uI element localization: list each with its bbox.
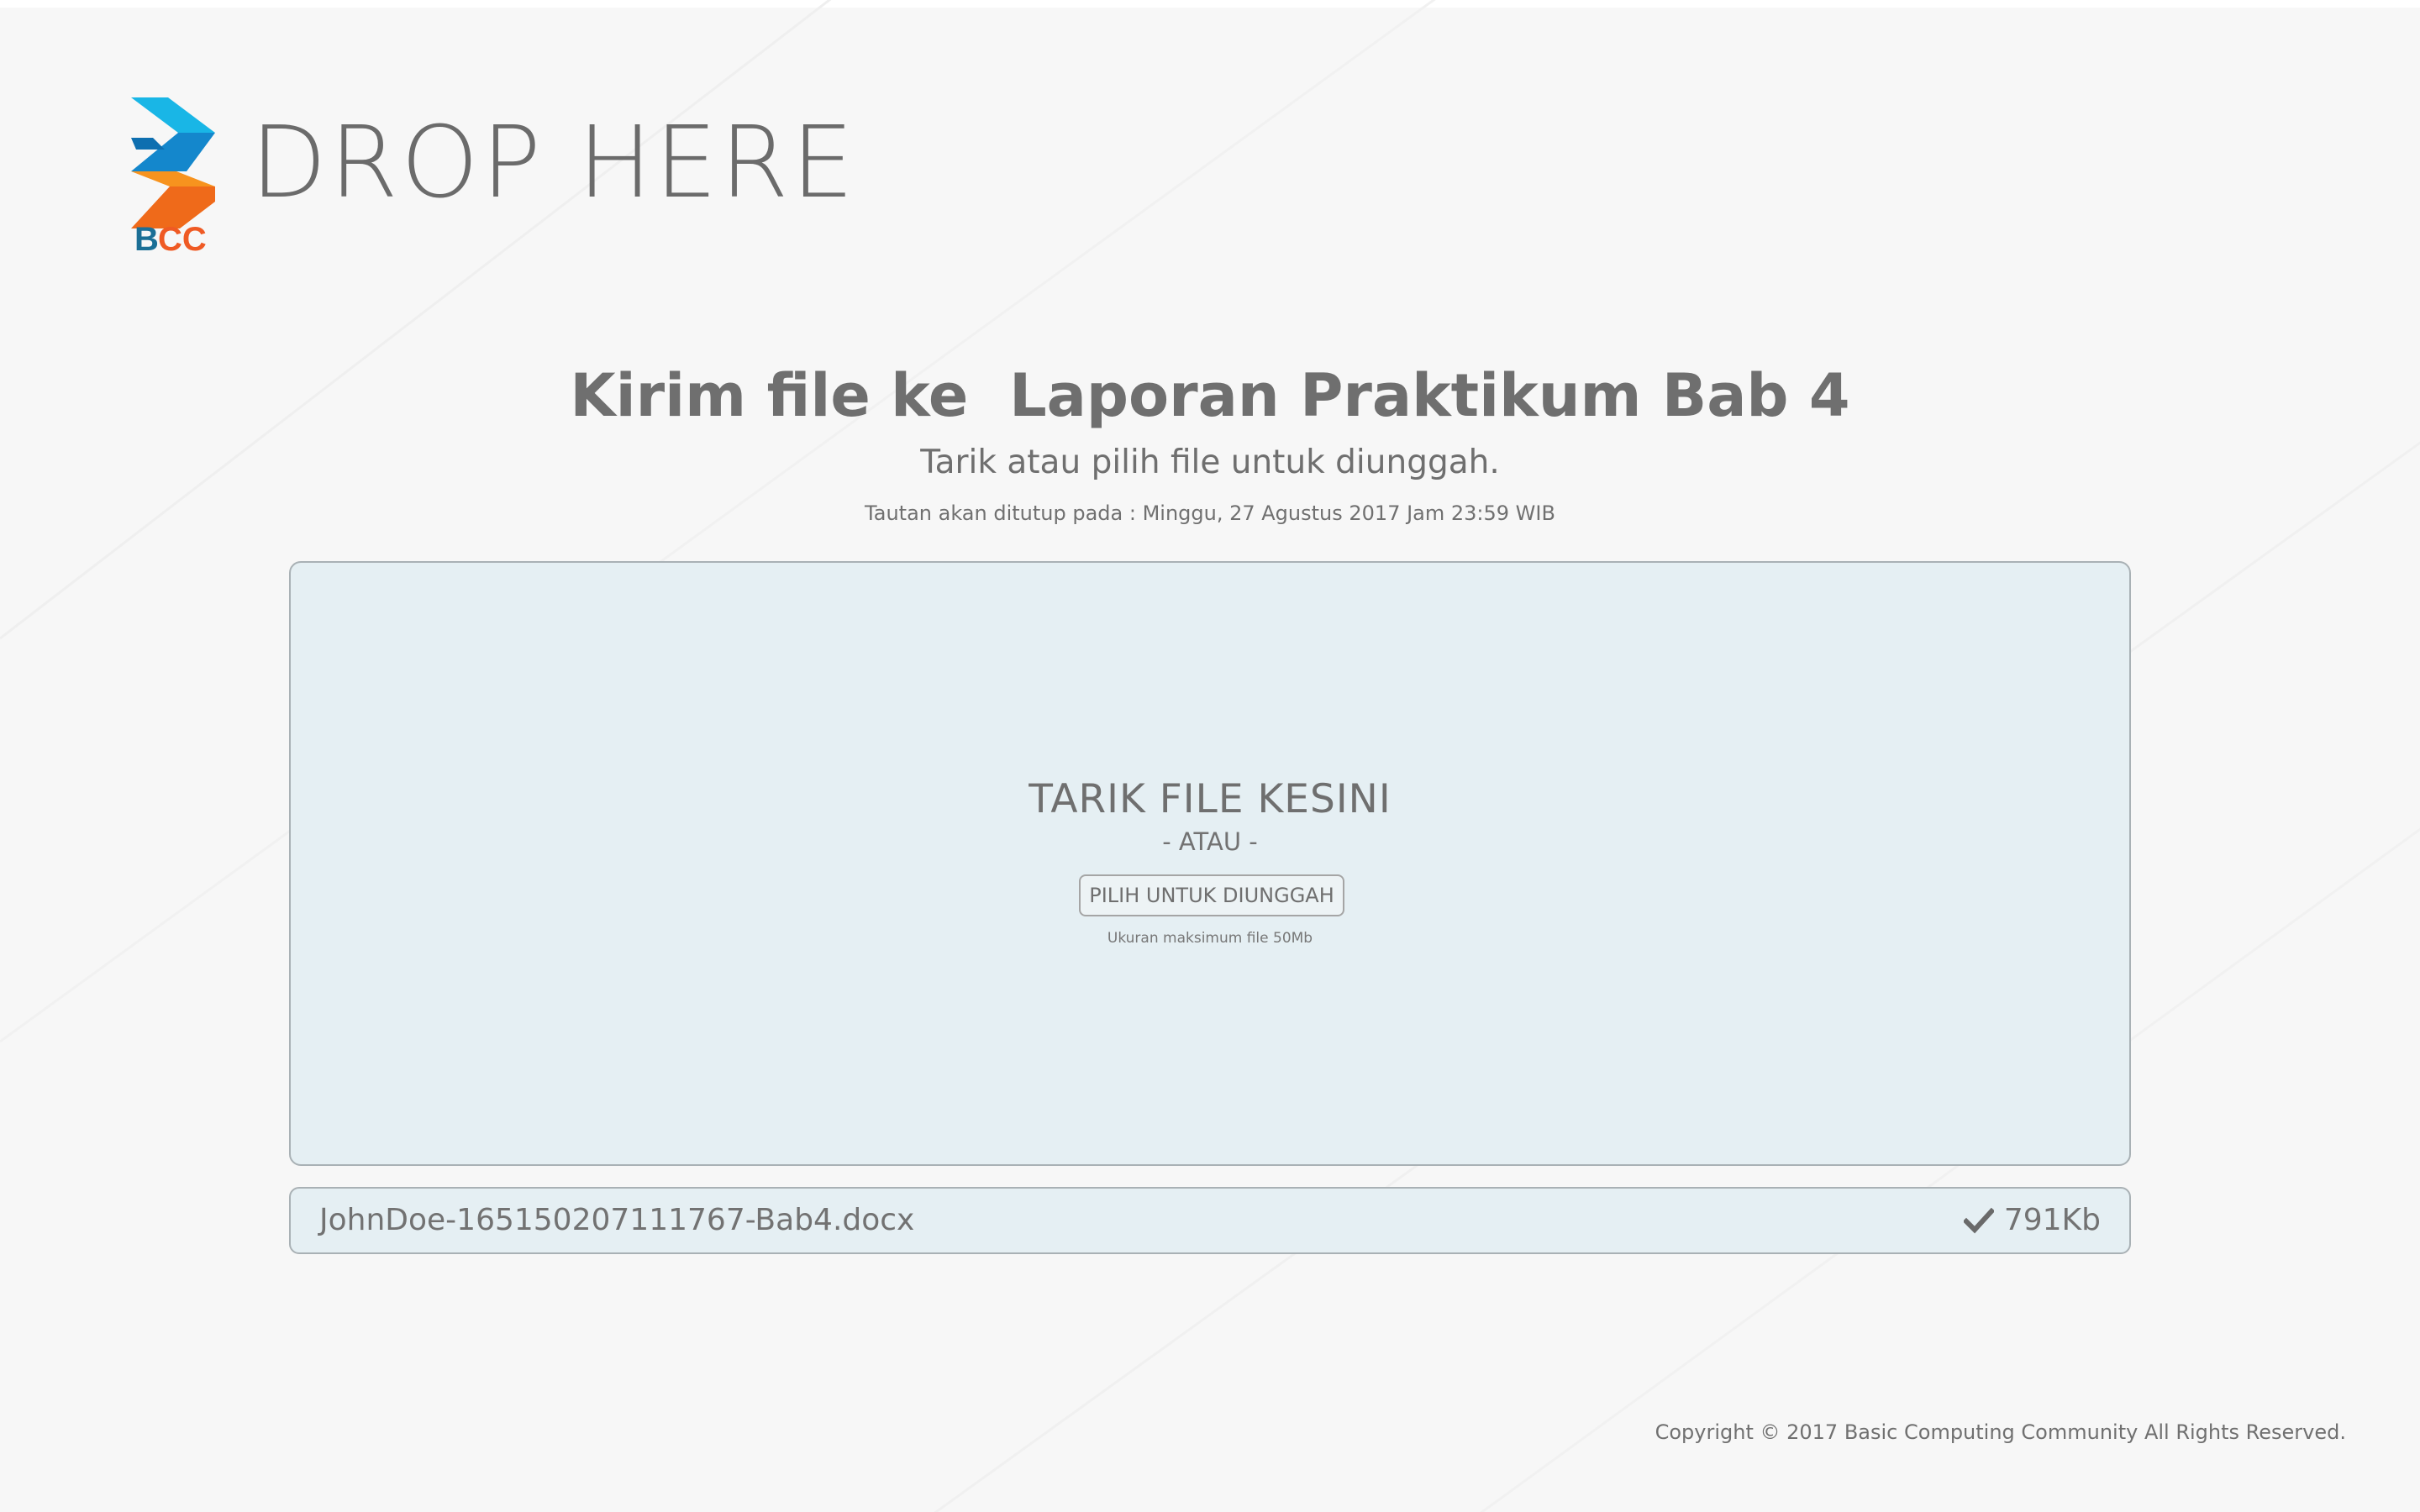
bcc-logo-icon: B CC (131, 97, 215, 254)
brand-title: DROP HERE (250, 104, 857, 220)
logo-letters-cc: CC (158, 221, 207, 254)
max-file-size-note: Ukuran maksimum file 50Mb (1107, 930, 1313, 947)
drop-zone-title: TARIK FILE KESINI (1028, 776, 1392, 822)
drop-zone-or: - ATAU - (1162, 827, 1258, 856)
uploaded-file-row: JohnDoe-165150207111767-Bab4.docx 791Kb (289, 1187, 2131, 1254)
file-size: 791Kb (2003, 1203, 2101, 1237)
page-title: Kirim file ke Laporan Praktikum Bab 4 (570, 361, 1850, 430)
page-subtitle: Tarik atau pilih file untuk diunggah. (920, 444, 1500, 481)
upload-page: B CC DROP HERE Kirim file ke Laporan Pra… (0, 0, 2420, 1512)
pick-file-button[interactable]: PILIH UNTUK DIUNGGAH (1079, 874, 1344, 916)
deadline-text: Tautan akan ditutup pada : Minggu, 27 Ag… (865, 501, 1555, 525)
file-name: JohnDoe-165150207111767-Bab4.docx (319, 1203, 915, 1237)
file-status: 791Kb (1963, 1203, 2101, 1237)
logo-letter-b: B (134, 221, 159, 254)
footer-copyright: Copyright © 2017 Basic Computing Communi… (1655, 1420, 2346, 1444)
check-icon (1963, 1207, 1994, 1234)
file-drop-zone[interactable]: TARIK FILE KESINI - ATAU - PILIH UNTUK D… (289, 561, 2131, 1166)
bcc-logo: B CC (128, 94, 220, 254)
